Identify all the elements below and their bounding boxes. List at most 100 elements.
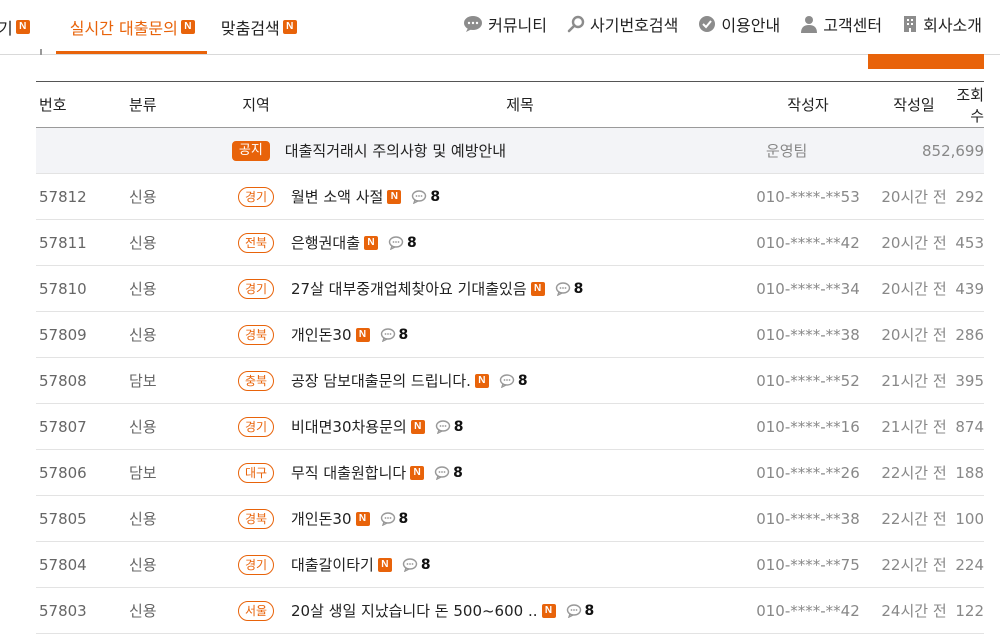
comment-count: 8 [434, 465, 463, 481]
header-author: 작성자 [787, 96, 829, 114]
comment-count: 8 [380, 510, 409, 527]
row-author: 010-****-**53 [756, 187, 860, 206]
nav-link-community[interactable]: 커뮤니티 [463, 12, 547, 36]
row-title-link[interactable]: 개인돈30 [291, 508, 352, 529]
row-author: 010-****-**42 [756, 601, 860, 620]
comment-count-value: 8 [407, 234, 417, 251]
nav-link-label: 커뮤니티 [488, 16, 547, 35]
row-category: 담보 [129, 372, 157, 390]
row-title-link[interactable]: 27살 대부중개업체찾아요 기대출있음 [291, 278, 527, 299]
top-nav: 기N 실시간 대출문의 N 맞춤검색 N 커뮤니티 사기번호검색 이용안내 고객센터… [0, 0, 1000, 55]
nav-tab-partial[interactable]: 기N [0, 0, 30, 54]
region-badge: 경기 [237, 186, 275, 207]
write-button[interactable] [868, 54, 984, 69]
person-icon [801, 16, 818, 33]
row-views: 292 [955, 187, 984, 206]
comment-count-value: 8 [420, 556, 431, 573]
row-date: 24시간 전 [881, 602, 947, 620]
notice-title[interactable]: 대출직거래시 주의사항 및 예방안내 [285, 140, 506, 161]
row-num: 57808 [39, 371, 87, 390]
comment-count: 8 [555, 281, 583, 297]
comment-icon [402, 557, 418, 572]
row-num: 57812 [39, 187, 87, 206]
comment-icon [380, 511, 395, 526]
header-category: 분류 [129, 96, 157, 114]
nav-link-fraud-search[interactable]: 사기번호검색 [567, 12, 678, 36]
nav-link-customer-center[interactable]: 고객센터 [800, 12, 882, 36]
table-row[interactable]: 57803 신용 서울 20살 생일 지났습니다 돈 500~600 .. N 8 … [36, 588, 984, 634]
row-title-link[interactable]: 비대면30차용문의 [291, 416, 407, 437]
nav-link-label: 고객센터 [823, 16, 883, 35]
table-row[interactable]: 57807 신용 경기 비대면30차용문의 N 8 010-****-**16 21… [36, 404, 984, 450]
nav-link-label: 사기번호검색 [590, 16, 679, 35]
notice-row[interactable]: 공지 대출직거래시 주의사항 및 예방안내 운영팀 852,699 [36, 128, 984, 174]
nav-tabs: 기N 실시간 대출문의 N 맞춤검색 N [0, 0, 297, 54]
nav-link-company[interactable]: 회사소개 [902, 12, 982, 36]
new-badge: N [410, 419, 425, 434]
region-badge: 전북 [237, 232, 275, 253]
new-badge: N [282, 20, 297, 34]
row-views: 224 [955, 555, 984, 574]
row-category: 신용 [129, 234, 157, 252]
row-date: 21시간 전 [881, 372, 947, 390]
comment-icon [380, 327, 395, 342]
nav-tab-realtime-inquiry[interactable]: 실시간 대출문의 N [55, 0, 208, 54]
row-title-link[interactable]: 대출갈이타기 [291, 554, 374, 575]
search-icon [567, 15, 585, 33]
table-row[interactable]: 57806 담보 대구 무직 대출원합니다 N 8 010-****-**26 22… [36, 450, 984, 496]
row-date: 22시간 전 [881, 464, 947, 482]
row-title-link[interactable]: 은행권대출 [291, 232, 360, 253]
comment-count-value: 8 [584, 602, 595, 619]
row-author: 010-****-**26 [756, 463, 860, 482]
row-category: 신용 [129, 280, 157, 298]
comment-count: 8 [402, 557, 431, 573]
comment-icon [434, 465, 450, 480]
row-views: 188 [955, 463, 984, 482]
header-title: 제목 [506, 96, 534, 114]
table-row[interactable]: 57809 신용 경북 개인돈30 N 8 010-****-**38 20시간 전… [36, 312, 984, 358]
row-category: 신용 [129, 188, 157, 206]
region-badge: 경북 [237, 508, 275, 529]
comment-count: 8 [499, 373, 528, 389]
row-category: 신용 [129, 510, 157, 528]
row-date: 22시간 전 [881, 510, 947, 528]
header-date: 작성일 [893, 96, 935, 114]
row-views: 453 [955, 233, 984, 252]
comment-icon [412, 189, 427, 204]
row-title-link[interactable]: 개인돈30 [291, 324, 352, 345]
row-title-link[interactable]: 무직 대출원합니다 [291, 462, 406, 483]
new-badge: N [15, 20, 30, 34]
row-title-link[interactable]: 월변 소액 사절 [291, 186, 383, 207]
comment-count: 8 [411, 189, 440, 205]
comment-count-value: 8 [453, 418, 464, 435]
table-row[interactable]: 57804 신용 경기 대출갈이타기 N 8 010-****-**75 22시간 … [36, 542, 984, 588]
row-date: 22시간 전 [881, 556, 947, 574]
row-category: 신용 [129, 556, 157, 574]
table-row[interactable]: 57810 신용 경기 27살 대부중개업체찾아요 기대출있음 N 8 010-**… [36, 266, 984, 312]
new-badge: N [474, 373, 489, 388]
inquiry-table: 번호 분류 지역 제목 작성자 작성일 조회수 공지 대출직거래시 주의사항 및… [36, 81, 984, 634]
new-badge: N [377, 557, 392, 572]
row-date: 21시간 전 [881, 418, 947, 436]
region-badge: 경기 [237, 416, 275, 437]
table-row[interactable]: 57812 신용 경기 월변 소액 사절 N 8 010-****-**53 20시… [36, 174, 984, 220]
row-date: 20시간 전 [881, 234, 947, 252]
nav-tab-custom-search[interactable]: 맞춤검색 N [221, 0, 297, 54]
header-region: 지역 [242, 96, 270, 114]
row-title-link[interactable]: 20살 생일 지났습니다 돈 500~600 .. [291, 600, 538, 621]
comment-icon [388, 235, 404, 250]
nav-link-guide[interactable]: 이용안내 [698, 12, 780, 36]
row-num: 57806 [39, 463, 87, 482]
comment-count-value: 8 [398, 510, 409, 527]
row-title-link[interactable]: 공장 담보대출문의 드립니다. [291, 370, 471, 391]
row-views: 874 [955, 417, 984, 436]
row-category: 신용 [129, 602, 157, 620]
row-num: 57807 [39, 417, 87, 436]
table-row[interactable]: 57805 신용 경북 개인돈30 N 8 010-****-**38 22시간 전… [36, 496, 984, 542]
building-icon [904, 16, 917, 32]
nav-tab-label: 실시간 대출문의 [69, 19, 178, 38]
table-row[interactable]: 57811 신용 전북 은행권대출 N 8 010-****-**42 20시간 전… [36, 220, 984, 266]
table-row[interactable]: 57808 담보 충북 공장 담보대출문의 드립니다. N 8 010-****-*… [36, 358, 984, 404]
row-author: 010-****-**38 [756, 325, 860, 344]
comment-icon [499, 373, 515, 388]
